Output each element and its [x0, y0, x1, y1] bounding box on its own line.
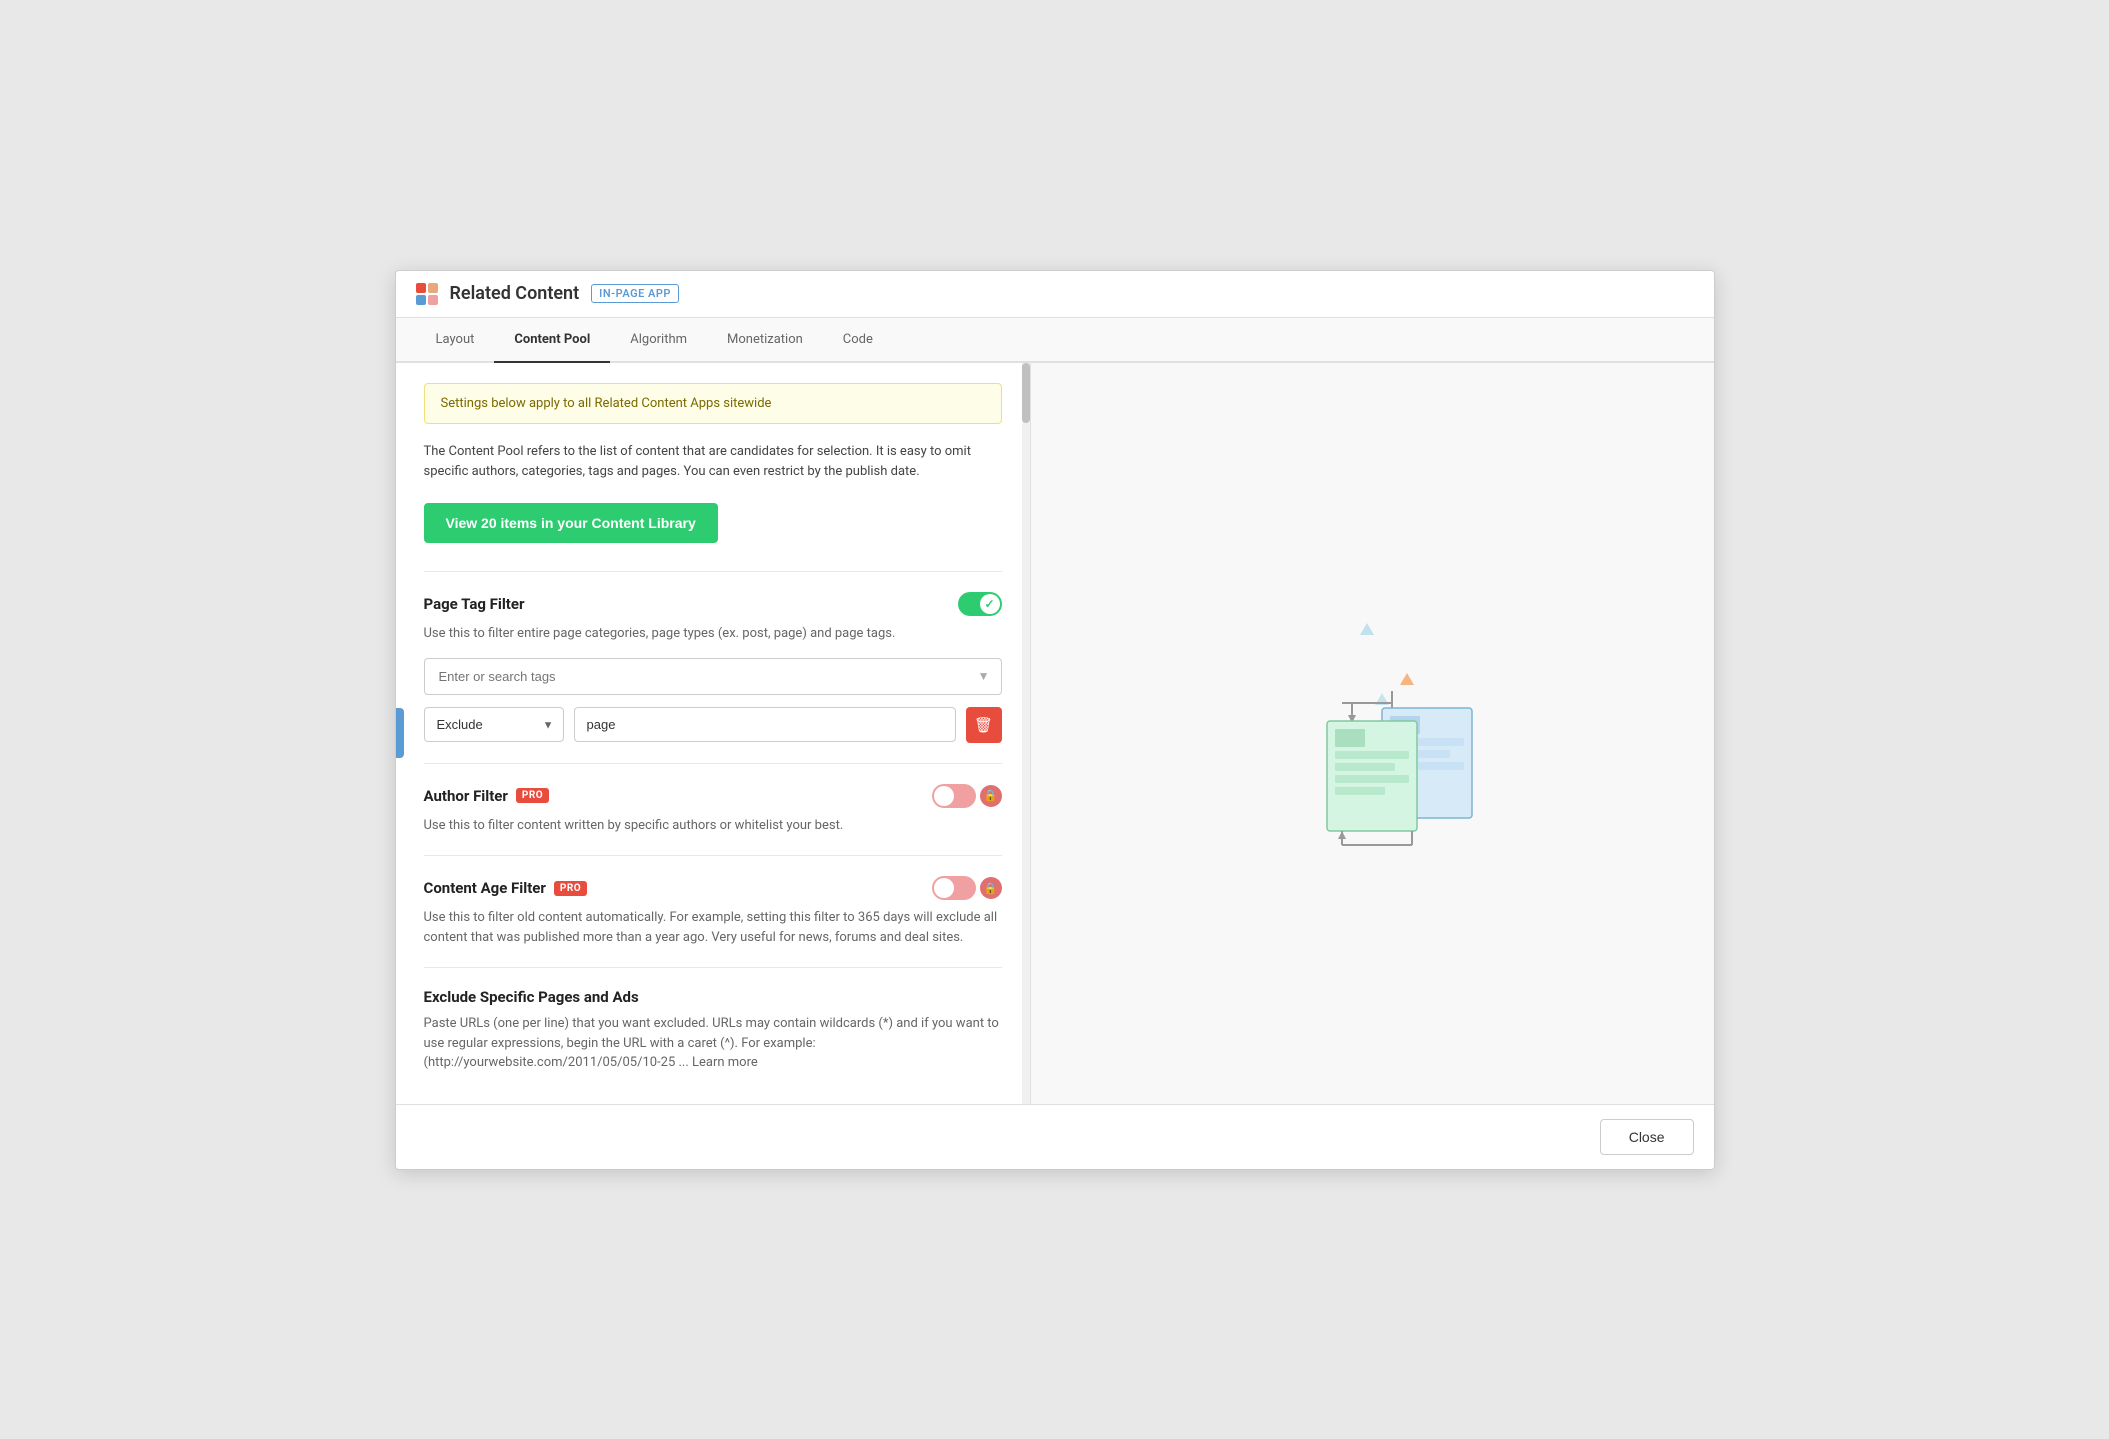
modal-wrapper: Related Content IN-PAGE APP Layout Conte…	[395, 270, 1715, 1170]
modal-body: Settings below apply to all Related Cont…	[396, 363, 1714, 1104]
page-tag-filter-toggle-container: ✓	[958, 592, 1002, 616]
logo-sq-red	[416, 283, 426, 293]
content-age-filter-section: Content Age Filter PRO 🔒 Use this to fil…	[424, 855, 1002, 947]
content-library-button[interactable]: View 20 items in your Content Library	[424, 503, 718, 543]
logo-sq-blue	[416, 295, 426, 305]
toggle-knob: ✓	[980, 594, 1000, 614]
author-filter-section: Author Filter PRO 🔒 Use this to filter c…	[424, 763, 1002, 836]
author-filter-desc: Use this to filter content written by sp…	[424, 816, 1002, 836]
page-tag-filter-header: Page Tag Filter ✓	[424, 592, 1002, 616]
author-filter-toggle-container: 🔒	[932, 784, 1002, 808]
content-age-filter-pro-badge: PRO	[554, 881, 587, 896]
footer: Close	[396, 1104, 1714, 1169]
author-filter-toggle[interactable]	[932, 784, 976, 808]
app-logo	[416, 283, 438, 305]
exclude-pages-header: Exclude Specific Pages and Ads	[424, 988, 1002, 1006]
tab-bar: Layout Content Pool Algorithm Monetizati…	[396, 318, 1714, 363]
right-panel	[1031, 363, 1714, 1104]
tab-monetization[interactable]: Monetization	[707, 318, 823, 363]
logo-sq-pink	[428, 295, 438, 305]
content-age-filter-toggle-container: 🔒	[932, 876, 1002, 900]
age-toggle-knob	[934, 878, 954, 898]
header: Related Content IN-PAGE APP	[396, 271, 1714, 318]
page-tag-filter-section: Page Tag Filter ✓ Use this to filter ent…	[424, 571, 1002, 743]
author-filter-header: Author Filter PRO 🔒	[424, 784, 1002, 808]
filter-row: Exclude Include ▼ 🗑	[424, 707, 1002, 743]
logo-icon	[416, 283, 438, 305]
content-age-filter-title: Content Age Filter PRO	[424, 879, 588, 897]
notice-text: Settings below apply to all Related Cont…	[441, 396, 772, 411]
content-age-filter-lock-icon: 🔒	[980, 877, 1002, 899]
page-tag-filter-toggle[interactable]: ✓	[958, 592, 1002, 616]
close-button[interactable]: Close	[1600, 1119, 1694, 1155]
tab-algorithm[interactable]: Algorithm	[610, 318, 707, 363]
author-filter-lock-icon: 🔒	[980, 785, 1002, 807]
left-accent	[396, 708, 404, 758]
content-age-filter-header: Content Age Filter PRO 🔒	[424, 876, 1002, 900]
content-age-filter-desc: Use this to filter old content automatic…	[424, 908, 1002, 947]
tab-code[interactable]: Code	[823, 318, 893, 363]
tag-search-wrap: ▼	[424, 658, 1002, 695]
tab-layout[interactable]: Layout	[416, 318, 495, 363]
scroll-track	[1022, 363, 1030, 1104]
filter-value-input[interactable]	[574, 707, 956, 742]
author-filter-title: Author Filter PRO	[424, 787, 550, 805]
trash-icon: 🗑	[974, 716, 993, 734]
app-title: Related Content	[450, 283, 580, 304]
tag-search-input[interactable]	[424, 658, 1002, 695]
dropdown-arrow-icon: ▼	[978, 669, 990, 683]
toggle-check-icon: ✓	[984, 597, 994, 611]
notice-box: Settings below apply to all Related Cont…	[424, 383, 1002, 424]
description-text: The Content Pool refers to the list of c…	[424, 442, 1002, 484]
left-panel: Settings below apply to all Related Cont…	[396, 363, 1031, 1104]
in-page-badge: IN-PAGE APP	[591, 284, 679, 303]
scroll-thumb[interactable]	[1022, 363, 1030, 423]
page-tag-filter-desc: Use this to filter entire page categorie…	[424, 624, 1002, 644]
exclude-pages-title: Exclude Specific Pages and Ads	[424, 988, 639, 1006]
exclude-pages-desc: Paste URLs (one per line) that you want …	[424, 1014, 1002, 1073]
filter-type-wrap: Exclude Include ▼	[424, 707, 564, 742]
filter-type-select[interactable]: Exclude Include	[424, 707, 564, 742]
delete-filter-button[interactable]: 🗑	[966, 707, 1002, 743]
content-age-filter-toggle[interactable]	[932, 876, 976, 900]
logo-sq-orange	[428, 283, 438, 293]
exclude-pages-section: Exclude Specific Pages and Ads Paste URL…	[424, 967, 1002, 1073]
diagram-svg	[1252, 613, 1492, 853]
author-filter-pro-badge: PRO	[516, 788, 549, 803]
author-toggle-knob	[934, 786, 954, 806]
tab-content-pool[interactable]: Content Pool	[494, 318, 610, 363]
panel-content: Settings below apply to all Related Cont…	[396, 363, 1030, 1104]
page-tag-filter-title: Page Tag Filter	[424, 595, 525, 613]
